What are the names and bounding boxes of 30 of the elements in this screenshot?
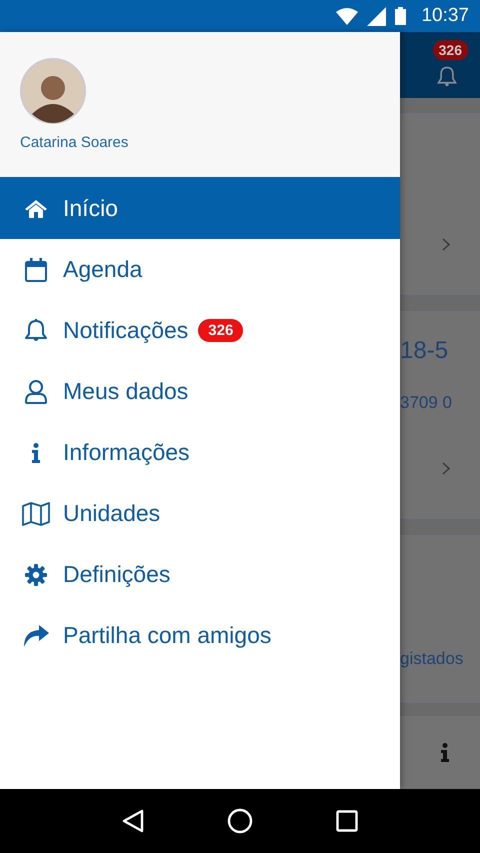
menu-item[interactable]: Meus dados [0, 361, 400, 422]
info-icon[interactable] [440, 743, 450, 762]
menu-item[interactable]: Partilha com amigos [0, 605, 400, 666]
bell-icon [24, 318, 46, 342]
signal-icon [367, 6, 386, 26]
menu-item[interactable]: Informações [0, 422, 400, 483]
menu-item[interactable]: Unidades [0, 483, 400, 544]
count-badge: 326 [432, 40, 468, 60]
count-badge: 326 [198, 319, 244, 342]
menu-item[interactable]: Notificações 326 [0, 300, 400, 361]
home-icon[interactable] [226, 808, 253, 834]
clock: 10:37 [421, 5, 469, 27]
back-icon[interactable] [122, 809, 144, 833]
calendar-icon [24, 258, 46, 282]
avatar[interactable] [20, 58, 86, 124]
user-icon [24, 380, 46, 404]
home-icon [24, 200, 46, 218]
wifi-icon [336, 8, 358, 24]
recent-apps-icon[interactable] [336, 810, 358, 832]
share-icon [22, 624, 48, 646]
menu-item[interactable]: Definições [0, 544, 400, 605]
battery-icon [395, 7, 406, 25]
info-icon [30, 442, 40, 462]
card-title: 18-5 [400, 337, 450, 365]
card-text: gistados [400, 649, 464, 669]
card-text: 3709 0 [400, 393, 453, 413]
menu-item[interactable]: Início [0, 178, 400, 239]
menu-item[interactable]: Agenda [0, 239, 400, 300]
user-name: Catarina Soares [20, 134, 130, 151]
map-icon [22, 502, 50, 526]
